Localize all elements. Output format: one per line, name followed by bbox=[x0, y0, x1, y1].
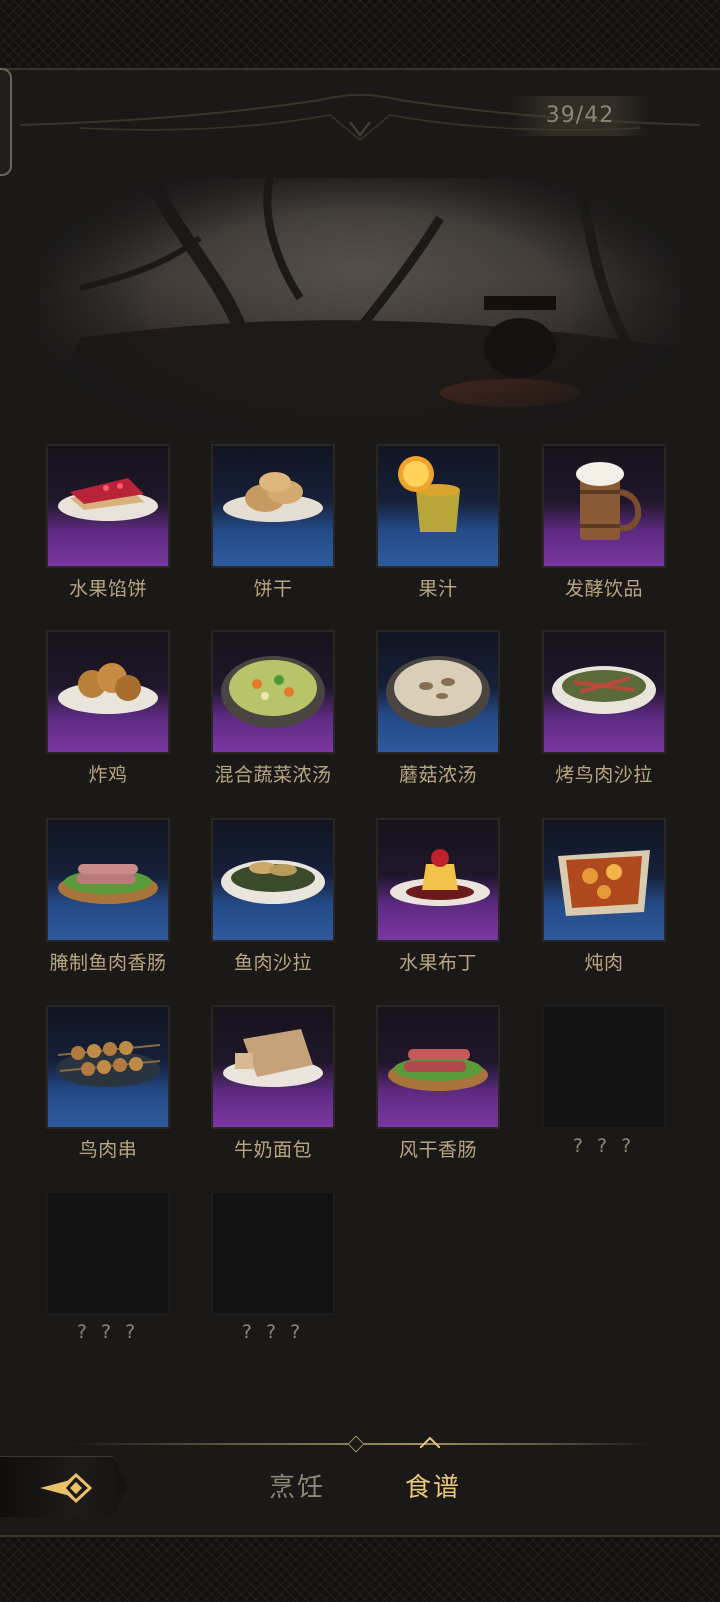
ale-mug-icon bbox=[576, 462, 642, 540]
back-button[interactable] bbox=[0, 1456, 128, 1517]
fish-salad-icon bbox=[221, 860, 325, 904]
bird-skewer-icon bbox=[56, 1041, 161, 1087]
recipe-slot[interactable]: 水果馅饼 bbox=[46, 444, 170, 601]
tab-cooking[interactable]: 烹饪 bbox=[252, 1466, 342, 1510]
recipe-slot[interactable]: 水果布丁 bbox=[376, 818, 500, 975]
dried-sausage-icon bbox=[388, 1049, 488, 1091]
recipe-name: 水果布丁 bbox=[398, 952, 477, 974]
recipe-slot[interactable]: 风干香肠 bbox=[376, 1005, 500, 1162]
vegetable-soup-icon bbox=[221, 656, 325, 728]
recipe-slot[interactable]: 蘑菇浓汤 bbox=[376, 630, 500, 787]
fried-chicken-icon bbox=[58, 663, 158, 714]
recipe-name: ? ? ? bbox=[572, 1135, 636, 1157]
bird-salad-icon bbox=[552, 666, 656, 714]
recipe-name: 鸟肉串 bbox=[78, 1139, 138, 1161]
recipe-name: 果汁 bbox=[418, 578, 458, 600]
back-arrow-icon bbox=[40, 1472, 93, 1504]
recipe-slot[interactable]: 烤鸟肉沙拉 bbox=[542, 630, 666, 787]
recipe-slot[interactable]: 饼干 bbox=[211, 444, 335, 601]
recipe-name: 腌制鱼肉香肠 bbox=[49, 952, 167, 974]
recipe-slot-locked[interactable]: ? ? ? bbox=[46, 1191, 170, 1343]
recipe-card[interactable] bbox=[376, 630, 500, 754]
recipe-slot[interactable]: 鸟肉串 bbox=[46, 1005, 170, 1162]
recipe-slot[interactable]: 牛奶面包 bbox=[211, 1005, 335, 1162]
recipe-name: 蘑菇浓汤 bbox=[398, 764, 477, 786]
top-frame-border bbox=[0, 0, 720, 70]
side-drawer-handle[interactable] bbox=[0, 68, 12, 176]
recipe-card[interactable] bbox=[46, 818, 170, 942]
recipe-name: 牛奶面包 bbox=[233, 1139, 312, 1161]
recipe-card[interactable] bbox=[46, 630, 170, 754]
recipe-card[interactable] bbox=[376, 1005, 500, 1129]
recipe-card[interactable] bbox=[46, 1005, 170, 1129]
recipe-card[interactable] bbox=[211, 1005, 335, 1129]
pudding-icon bbox=[390, 849, 490, 906]
recipe-card[interactable] bbox=[542, 1005, 666, 1129]
recipe-slot-locked[interactable]: ? ? ? bbox=[542, 1005, 666, 1157]
recipe-name: ? ? ? bbox=[241, 1321, 305, 1343]
banner-forest-campfire bbox=[40, 178, 680, 428]
recipe-slot[interactable]: 炖肉 bbox=[542, 818, 666, 975]
juice-icon bbox=[398, 456, 460, 532]
recipe-slot[interactable]: 鱼肉沙拉 bbox=[211, 818, 335, 975]
recipe-name: 混合蔬菜浓汤 bbox=[214, 764, 332, 786]
tab-recipes[interactable]: 食谱 bbox=[388, 1466, 478, 1510]
recipe-slot[interactable]: 腌制鱼肉香肠 bbox=[46, 818, 170, 975]
bottom-frame-border bbox=[0, 1535, 720, 1602]
recipe-name: 饼干 bbox=[253, 578, 293, 600]
stew-icon bbox=[558, 850, 650, 916]
recipe-name: 烤鸟肉沙拉 bbox=[555, 764, 653, 786]
recipe-name: 炸鸡 bbox=[88, 764, 128, 786]
recipe-card[interactable] bbox=[376, 818, 500, 942]
milk-bread-icon bbox=[223, 1029, 323, 1087]
recipe-card[interactable] bbox=[46, 444, 170, 568]
recipe-card[interactable] bbox=[542, 630, 666, 754]
recipe-slot[interactable]: 炸鸡 bbox=[46, 630, 170, 787]
recipe-card[interactable] bbox=[211, 1191, 335, 1315]
collection-counter: 39/42 bbox=[510, 96, 650, 136]
biscuits-icon bbox=[223, 472, 323, 522]
recipe-name: 水果馅饼 bbox=[68, 578, 147, 600]
recipe-card[interactable] bbox=[211, 444, 335, 568]
recipe-card[interactable] bbox=[542, 444, 666, 568]
recipe-card[interactable] bbox=[211, 818, 335, 942]
recipe-name: 鱼肉沙拉 bbox=[233, 952, 312, 974]
recipe-card[interactable] bbox=[46, 1191, 170, 1315]
divider-gem bbox=[347, 1435, 365, 1453]
recipe-card[interactable] bbox=[542, 818, 666, 942]
recipe-slot-locked[interactable]: ? ? ? bbox=[211, 1191, 335, 1343]
recipe-card[interactable] bbox=[211, 630, 335, 754]
recipe-name: 风干香肠 bbox=[398, 1139, 477, 1161]
fruit-pie-icon bbox=[58, 478, 158, 521]
mushroom-soup-icon bbox=[386, 656, 490, 728]
recipe-card[interactable] bbox=[376, 444, 500, 568]
recipe-slot[interactable]: 发酵饮品 bbox=[542, 444, 666, 601]
fish-sausage-icon bbox=[58, 864, 158, 904]
recipe-slot[interactable]: 混合蔬菜浓汤 bbox=[211, 630, 335, 787]
recipe-name: 炖肉 bbox=[584, 952, 624, 974]
active-tab-indicator bbox=[420, 1436, 440, 1448]
recipe-slot[interactable]: 果汁 bbox=[376, 444, 500, 601]
recipe-name: ? ? ? bbox=[76, 1321, 140, 1343]
recipe-name: 发酵饮品 bbox=[564, 578, 643, 600]
